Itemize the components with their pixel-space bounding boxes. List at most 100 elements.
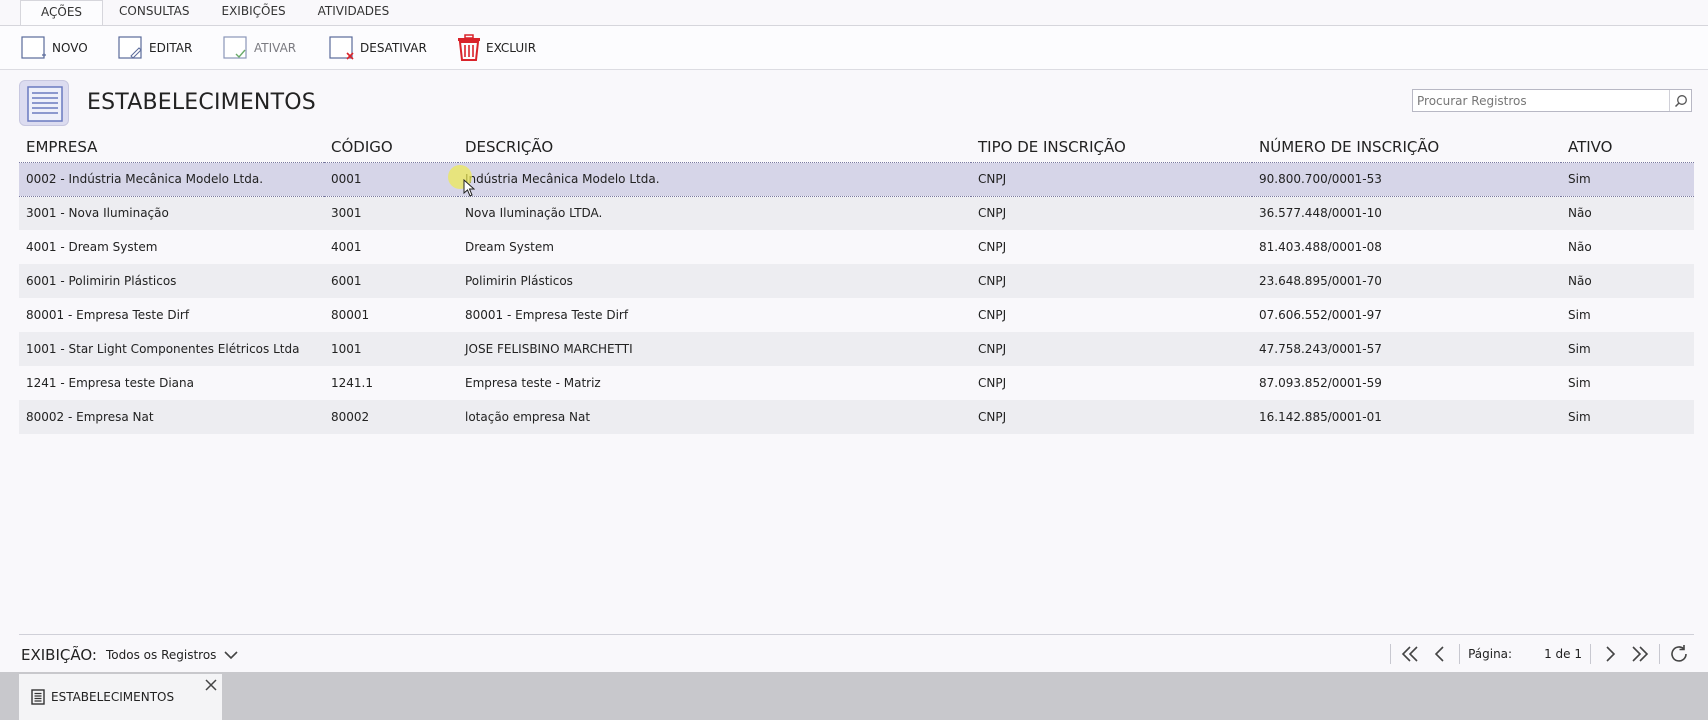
excluir-label: EXCLUIR — [486, 41, 537, 55]
ribbon-tabs: AÇÕES CONSULTAS EXIBIÇÕES ATIVIDADES — [0, 0, 1708, 26]
search-input[interactable] — [1413, 90, 1669, 111]
excluir-button[interactable]: EXCLUIR — [456, 33, 536, 63]
cell-ativo: Não — [1561, 264, 1694, 298]
chevron-down-icon — [224, 651, 238, 660]
previous-page-button[interactable] — [1425, 641, 1455, 667]
table-row[interactable]: 80001 - Empresa Teste Dirf 80001 80001 -… — [19, 298, 1694, 332]
actions-toolbar: NOVO EDITAR ATIVAR DESATIVAR EXCLUIR — [0, 25, 1708, 70]
open-tabs-bar — [0, 672, 1708, 720]
table-row[interactable]: 0002 - Indústria Mecânica Modelo Ltda. 0… — [19, 161, 1694, 197]
pager-divider — [1659, 644, 1660, 664]
desativar-label: DESATIVAR — [360, 41, 427, 55]
table-row[interactable]: 80002 - Empresa Nat 80002 lotação empres… — [19, 400, 1694, 434]
exibicao-dropdown[interactable]: Todos os Registros — [106, 648, 238, 662]
search-button[interactable] — [1669, 90, 1691, 111]
exibicao-label: EXIBIÇÃO: — [21, 646, 97, 664]
cell-empresa: 6001 - Polimirin Plásticos — [19, 264, 324, 298]
pagina-label: Página: — [1468, 647, 1513, 661]
cell-descricao: Empresa teste - Matriz — [458, 366, 971, 400]
pager-divider — [1390, 644, 1392, 664]
cell-empresa: 4001 - Dream System — [19, 230, 324, 264]
search-icon — [1674, 94, 1687, 107]
cell-ativo: Sim — [1561, 298, 1694, 332]
cell-tipo-inscricao: CNPJ — [971, 366, 1252, 400]
ativar-button[interactable]: ATIVAR — [222, 33, 296, 63]
cell-numero-inscricao: 07.606.552/0001-97 — [1252, 298, 1561, 332]
cell-empresa: 1001 - Star Light Componentes Elétricos … — [19, 332, 324, 366]
desativar-button[interactable]: DESATIVAR — [328, 33, 427, 63]
next-page-button[interactable] — [1595, 641, 1625, 667]
tab-exibicoes[interactable]: EXIBIÇÕES — [206, 0, 302, 25]
cell-tipo-inscricao: CNPJ — [971, 264, 1252, 298]
double-chevron-right-icon — [1632, 646, 1649, 662]
editar-button[interactable]: EDITAR — [117, 33, 192, 63]
novo-label: NOVO — [52, 41, 88, 55]
table-row[interactable]: 3001 - Nova Iluminação 3001 Nova Ilumina… — [19, 196, 1694, 230]
last-page-button[interactable] — [1625, 641, 1655, 667]
table-row[interactable]: 6001 - Polimirin Plásticos 6001 Polimiri… — [19, 264, 1694, 298]
novo-button[interactable]: NOVO — [20, 33, 88, 63]
records-table: EMPRESA CÓDIGO DESCRIÇÃO TIPO DE INSCRIÇ… — [19, 132, 1694, 434]
open-tab-label: ESTABELECIMENTOS — [51, 690, 175, 704]
tab-consultas[interactable]: CONSULTAS — [103, 0, 205, 25]
cell-tipo-inscricao: CNPJ — [971, 298, 1252, 332]
cell-ativo: Sim — [1561, 161, 1694, 197]
cell-numero-inscricao: 87.093.852/0001-59 — [1252, 366, 1561, 400]
cell-tipo-inscricao: CNPJ — [971, 332, 1252, 366]
cell-numero-inscricao: 90.800.700/0001-53 — [1252, 161, 1561, 197]
document-list-icon — [31, 689, 45, 705]
pager-divider — [1590, 644, 1591, 664]
cell-codigo: 80001 — [324, 298, 458, 332]
cell-empresa: 80002 - Empresa Nat — [19, 400, 324, 434]
cell-descricao: lotação empresa Nat — [458, 400, 971, 434]
activate-check-icon — [223, 36, 247, 59]
trash-icon — [458, 34, 480, 61]
double-chevron-left-icon — [1401, 646, 1418, 662]
column-header-tipo-inscricao[interactable]: TIPO DE INSCRIÇÃO — [971, 132, 1252, 162]
open-tab-estabelecimentos[interactable]: ESTABELECIMENTOS — [19, 674, 222, 720]
column-header-ativo[interactable]: ATIVO — [1561, 132, 1694, 162]
editar-label: EDITAR — [149, 41, 193, 55]
cell-ativo: Não — [1561, 230, 1694, 264]
cell-ativo: Não — [1561, 196, 1694, 230]
cell-numero-inscricao: 23.648.895/0001-70 — [1252, 264, 1561, 298]
mouse-cursor-icon — [463, 179, 475, 197]
cell-numero-inscricao: 47.758.243/0001-57 — [1252, 332, 1561, 366]
table-row[interactable]: 1001 - Star Light Componentes Elétricos … — [19, 332, 1694, 366]
pagina-value: 1 de 1 — [1544, 647, 1582, 661]
table-row[interactable]: 1241 - Empresa teste Diana 1241.1 Empres… — [19, 366, 1694, 400]
grid-footer: EXIBIÇÃO: Todos os Registros Página: 1 d… — [19, 634, 1694, 672]
list-document-icon — [19, 80, 69, 126]
cell-codigo: 6001 — [324, 264, 458, 298]
chevron-right-icon — [1606, 646, 1616, 662]
deactivate-x-icon — [329, 36, 354, 60]
refresh-button[interactable] — [1664, 641, 1694, 667]
cell-ativo: Sim — [1561, 400, 1694, 434]
page-title: ESTABELECIMENTOS — [87, 90, 316, 115]
cell-codigo: 80002 — [324, 400, 458, 434]
table-row[interactable]: 4001 - Dream System 4001 Dream System CN… — [19, 230, 1694, 264]
refresh-icon — [1671, 645, 1687, 662]
close-tab-button[interactable] — [204, 678, 218, 692]
cell-tipo-inscricao: CNPJ — [971, 161, 1252, 197]
cell-tipo-inscricao: CNPJ — [971, 196, 1252, 230]
exibicao-value: Todos os Registros — [106, 648, 217, 662]
cell-descricao: Dream System — [458, 230, 971, 264]
cell-empresa: 0002 - Indústria Mecânica Modelo Ltda. — [19, 161, 324, 197]
tab-atividades[interactable]: ATIVIDADES — [302, 0, 406, 25]
cell-numero-inscricao: 16.142.885/0001-01 — [1252, 400, 1561, 434]
column-header-numero-inscricao[interactable]: NÚMERO DE INSCRIÇÃO — [1252, 132, 1561, 162]
cell-codigo: 3001 — [324, 196, 458, 230]
cell-tipo-inscricao: CNPJ — [971, 400, 1252, 434]
cell-tipo-inscricao: CNPJ — [971, 230, 1252, 264]
close-icon — [205, 679, 217, 691]
cell-numero-inscricao: 36.577.448/0001-10 — [1252, 196, 1561, 230]
column-header-descricao[interactable]: DESCRIÇÃO — [458, 132, 971, 162]
first-page-button[interactable] — [1395, 641, 1425, 667]
ativar-label: ATIVAR — [254, 41, 297, 55]
column-header-empresa[interactable]: EMPRESA — [19, 132, 324, 162]
table-header-row: EMPRESA CÓDIGO DESCRIÇÃO TIPO DE INSCRIÇ… — [19, 132, 1694, 162]
column-header-codigo[interactable]: CÓDIGO — [324, 132, 458, 162]
cell-ativo: Sim — [1561, 366, 1694, 400]
tab-acoes[interactable]: AÇÕES — [20, 0, 104, 26]
